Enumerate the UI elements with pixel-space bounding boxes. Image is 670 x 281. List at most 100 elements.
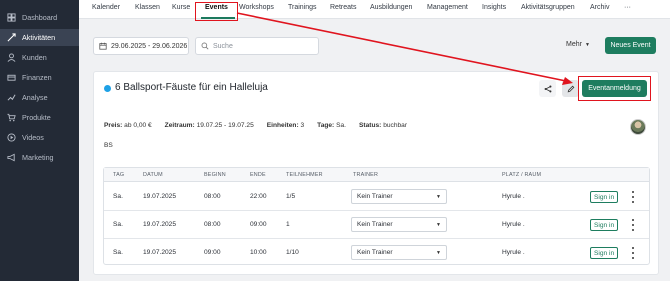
info-price: Preis: ab 0,00 € bbox=[104, 121, 152, 129]
trainer-select-value: Kein Trainer bbox=[357, 221, 393, 228]
cell-tag: Sa. bbox=[113, 193, 123, 200]
event-title: 6 Ballsport-Fäuste für ein Halleluja bbox=[115, 82, 268, 93]
cell-platz: Hyrule . bbox=[502, 221, 525, 228]
info-days: Tage: Sa. bbox=[317, 121, 347, 129]
table-header: TAG DATUM BEGINN ENDE TEILNEHMER TRAINER… bbox=[104, 168, 649, 182]
date-range-picker[interactable]: 29.06.2025 - 29.06.2026 bbox=[93, 37, 189, 55]
cell-datum: 19.07.2025 bbox=[143, 221, 177, 228]
event-description: BS bbox=[104, 142, 113, 149]
cell-teilnehmer: 1 bbox=[286, 221, 290, 228]
cell-tag: Sa. bbox=[113, 221, 123, 228]
top-tab-bar: Kalender Klassen Kurse Events Workshops … bbox=[79, 0, 670, 19]
cart-icon bbox=[7, 113, 16, 122]
status-dot bbox=[104, 85, 111, 92]
sidebar-item-kunden[interactable]: Kunden bbox=[0, 49, 79, 66]
cell-ende: 22:00 bbox=[250, 193, 267, 200]
cell-beginn: 09:00 bbox=[204, 249, 221, 256]
trainer-select-value: Kein Trainer bbox=[357, 249, 393, 256]
more-vertical-icon[interactable] bbox=[631, 191, 635, 203]
sidebar-item-marketing[interactable]: Marketing bbox=[0, 149, 79, 166]
chart-icon bbox=[7, 93, 16, 102]
sidebar-item-videos[interactable]: Videos bbox=[0, 129, 79, 146]
tab-kurse[interactable]: Kurse bbox=[172, 4, 190, 11]
search-icon bbox=[201, 42, 209, 50]
user-icon bbox=[7, 53, 16, 62]
avatar[interactable] bbox=[630, 119, 646, 135]
sidebar-item-produkte[interactable]: Produkte bbox=[0, 109, 79, 126]
sidebar-item-label: Finanzen bbox=[22, 73, 52, 82]
sign-in-button[interactable]: Sign in bbox=[590, 247, 619, 259]
more-dropdown[interactable]: Mehr ▼ bbox=[566, 41, 590, 48]
table-row: Sa. 19.07.2025 09:00 10:00 1/10 Kein Tra… bbox=[104, 239, 649, 267]
tab-more[interactable]: ··· bbox=[624, 4, 631, 11]
cell-platz: Hyrule . bbox=[502, 249, 525, 256]
tab-retreats[interactable]: Retreats bbox=[330, 4, 356, 11]
sidebar-item-analyse[interactable]: Analyse bbox=[0, 89, 79, 106]
date-range-value: 29.06.2025 - 29.06.2026 bbox=[111, 42, 188, 50]
edit-button[interactable] bbox=[562, 80, 579, 97]
dates-table: TAG DATUM BEGINN ENDE TEILNEHMER TRAINER… bbox=[103, 167, 650, 265]
table-row: Sa. 19.07.2025 08:00 09:00 1 Kein Traine… bbox=[104, 211, 649, 239]
column-header-tag: TAG bbox=[113, 172, 125, 178]
sidebar-item-label: Dashboard bbox=[22, 13, 58, 22]
chevron-down-icon: ▼ bbox=[436, 194, 441, 200]
sidebar-item-label: Aktivitäten bbox=[22, 33, 56, 42]
cell-tag: Sa. bbox=[113, 249, 123, 256]
sidebar-item-finanzen[interactable]: Finanzen bbox=[0, 69, 79, 86]
highlight-box-registration bbox=[578, 76, 651, 101]
play-icon bbox=[7, 133, 16, 142]
new-event-button[interactable]: Neues Event bbox=[605, 37, 656, 54]
share-icon bbox=[544, 85, 551, 92]
tab-trainings[interactable]: Trainings bbox=[288, 4, 317, 11]
highlight-box-events bbox=[195, 2, 238, 21]
sidebar: Dashboard Aktivitäten Kunden Finanzen An… bbox=[0, 0, 79, 281]
calendar-icon bbox=[99, 42, 107, 50]
cell-beginn: 08:00 bbox=[204, 193, 221, 200]
megaphone-icon bbox=[7, 153, 16, 162]
event-info-row: Preis: ab 0,00 € Zeitraum: 19.07.25 - 19… bbox=[104, 118, 420, 132]
tab-klassen[interactable]: Klassen bbox=[135, 4, 160, 11]
more-vertical-icon[interactable] bbox=[631, 219, 635, 231]
tab-management[interactable]: Management bbox=[427, 4, 468, 11]
more-label: Mehr bbox=[566, 41, 582, 48]
tab-aktivitaetsgruppen[interactable]: Aktivitätsgruppen bbox=[521, 4, 575, 11]
tab-archiv[interactable]: Archiv bbox=[590, 4, 609, 11]
table-row: Sa. 19.07.2025 08:00 22:00 1/5 Kein Trai… bbox=[104, 183, 649, 211]
sign-in-button[interactable]: Sign in bbox=[590, 191, 619, 203]
chevron-down-icon: ▼ bbox=[584, 41, 590, 48]
cell-datum: 19.07.2025 bbox=[143, 193, 177, 200]
sidebar-item-aktivitaeten[interactable]: Aktivitäten bbox=[0, 29, 79, 46]
tab-insights[interactable]: Insights bbox=[482, 4, 506, 11]
tab-workshops[interactable]: Workshops bbox=[239, 4, 274, 11]
sidebar-item-label: Analyse bbox=[22, 93, 48, 102]
info-units: Einheiten: 3 bbox=[266, 121, 305, 129]
search-input[interactable]: Suche bbox=[195, 37, 319, 55]
info-period: Zeitraum: 19.07.25 - 19.07.25 bbox=[164, 121, 254, 129]
cell-datum: 19.07.2025 bbox=[143, 249, 177, 256]
column-header-trainer: TRAINER bbox=[353, 172, 379, 178]
column-header-datum: DATUM bbox=[143, 172, 163, 178]
column-header-teilnehmer: TEILNEHMER bbox=[286, 172, 323, 178]
more-vertical-icon[interactable] bbox=[631, 247, 635, 259]
trainer-select-value: Kein Trainer bbox=[357, 193, 393, 200]
cell-platz: Hyrule . bbox=[502, 193, 525, 200]
share-button[interactable] bbox=[539, 80, 556, 97]
sidebar-item-label: Kunden bbox=[22, 53, 47, 62]
column-header-platz: PLATZ / RAUM bbox=[502, 172, 542, 178]
column-header-beginn: BEGINN bbox=[204, 172, 226, 178]
sidebar-item-label: Videos bbox=[22, 133, 44, 142]
trainer-select[interactable]: Kein Trainer ▼ bbox=[351, 189, 447, 204]
dashboard-icon bbox=[7, 13, 16, 22]
activity-icon bbox=[7, 33, 16, 42]
sidebar-item-dashboard[interactable]: Dashboard bbox=[0, 9, 79, 26]
cell-teilnehmer: 1/10 bbox=[286, 249, 299, 256]
chevron-down-icon: ▼ bbox=[436, 222, 441, 228]
trainer-select[interactable]: Kein Trainer ▼ bbox=[351, 245, 447, 260]
tab-kalender[interactable]: Kalender bbox=[92, 4, 120, 11]
chevron-down-icon: ▼ bbox=[436, 250, 441, 256]
column-header-ende: ENDE bbox=[250, 172, 266, 178]
sign-in-button[interactable]: Sign in bbox=[590, 219, 619, 231]
pencil-icon bbox=[567, 85, 574, 92]
trainer-select[interactable]: Kein Trainer ▼ bbox=[351, 217, 447, 232]
tab-ausbildungen[interactable]: Ausbildungen bbox=[370, 4, 412, 11]
